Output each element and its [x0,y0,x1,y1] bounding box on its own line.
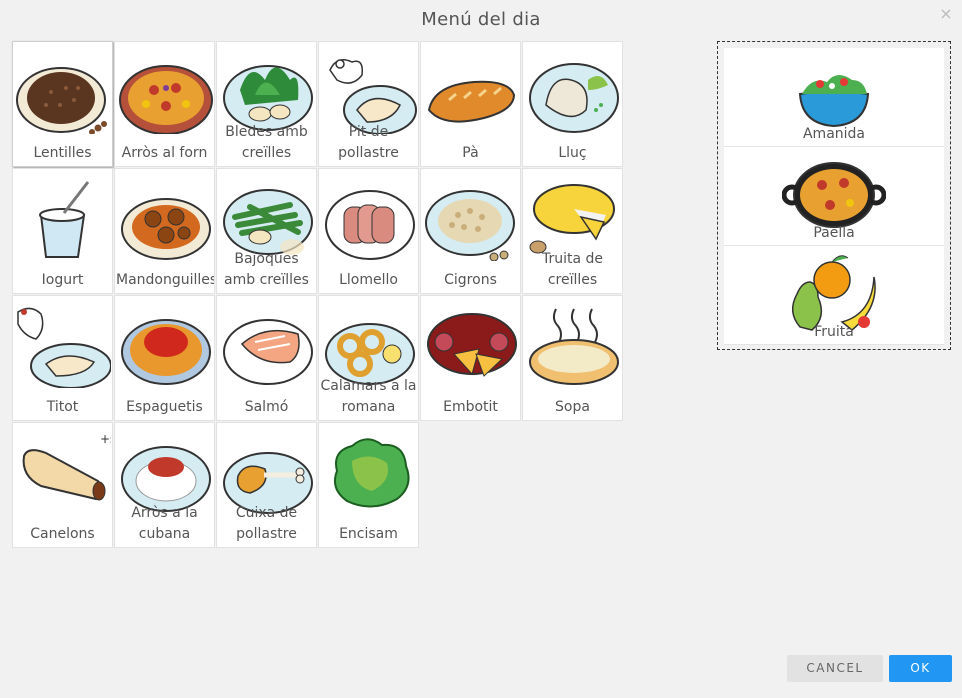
svg-text:+s: +s [100,432,111,446]
food-item-salmo[interactable]: Salmó [216,295,317,421]
yogurt-icon [39,181,90,258]
selected-item-paella[interactable]: Paella [724,147,944,246]
selected-item-fruita[interactable]: Fruita [724,246,944,345]
food-item-arros-a-la-cubana[interactable]: Arròs a la cubana [114,422,215,548]
food-item-label: Llomello [339,272,398,288]
food-item-embotit[interactable]: Embotit [420,295,521,421]
selected-items-panel: Amanida Paella Fruita [717,41,951,350]
food-item-label: Titot [46,399,79,415]
food-item-label: Truita de creïlles [541,251,604,288]
food-item-pa[interactable]: Pà [420,41,521,167]
food-item-pit-de-pollastre[interactable]: Pit de pollastre [318,41,419,167]
meatballs-icon [121,198,211,260]
close-icon[interactable]: × [938,6,954,22]
salad-icon [798,74,870,128]
food-item-sopa[interactable]: Sopa [522,295,623,421]
food-item-mandonguilles[interactable]: Mandonguilles [114,168,215,294]
fruit-icon [791,255,876,331]
food-item-label: Cigrons [444,272,497,288]
cannelloni-icon: +s [22,432,111,501]
salmon-icon [223,319,313,385]
soup-icon [529,308,619,385]
food-item-lentilles[interactable]: Lentilles [12,41,113,167]
food-item-label: Bledes amb creïlles [225,124,308,161]
food-item-label: Iogurt [41,272,84,288]
food-item-bledes-amb-creilles[interactable]: Bledes amb creïlles [216,41,317,167]
food-item-label: Cuixa de pollastre [235,505,298,542]
food-item-label: Pà [462,145,479,161]
baked-rice-icon [119,65,213,134]
selected-item-amanida[interactable]: Amanida [724,48,944,147]
hake-icon [529,63,619,133]
food-item-iogurt[interactable]: Iogurt [12,168,113,294]
food-item-label: Encisam [339,526,398,542]
cancel-button[interactable]: CANCEL [787,655,883,682]
food-item-label: Bajoques amb creïlles [224,251,309,288]
ok-button[interactable]: OK [889,655,952,682]
food-item-label: Arròs a la cubana [131,505,198,542]
food-item-canelons[interactable]: +s Canelons [12,422,113,548]
food-item-arros-al-forn[interactable]: Arròs al forn [114,41,215,167]
food-item-encisam[interactable]: Encisam [318,422,419,548]
food-item-label: Lentilles [33,145,92,161]
food-item-label: Mandonguilles [116,272,215,288]
spaghetti-icon [121,319,211,385]
selected-item-label: Paella [813,225,855,241]
food-item-label: Lluç [558,145,587,161]
bread-icon [427,80,516,123]
turkey-icon [17,307,111,388]
lettuce-icon [334,438,410,508]
food-item-label: Pit de pollastre [338,124,399,161]
food-item-espaguetis[interactable]: Espaguetis [114,295,215,421]
selected-item-label: Amanida [802,126,866,142]
food-item-bajoques-amb-creilles[interactable]: Bajoques amb creïlles [216,168,317,294]
food-item-lluc[interactable]: Lluç [522,41,623,167]
pork-loin-icon [325,190,415,260]
food-item-label: Salmó [244,399,289,415]
food-item-cuixa-de-pollastre[interactable]: Cuixa de pollastre [216,422,317,548]
food-item-label: Calamars a la romana [320,378,417,415]
food-item-label: Arròs al forn [121,145,208,161]
food-item-label: Espaguetis [126,399,203,415]
lentils-icon [16,67,107,134]
food-item-label: Embotit [443,399,498,415]
food-item-calamars[interactable]: Calamars a la romana [318,295,419,421]
dialog-title: Menú del dia [421,9,541,30]
paella-icon [782,162,886,228]
selected-item-label: Fruita [814,324,854,340]
food-item-cigrons[interactable]: Cigrons [420,168,521,294]
chickpeas-icon [425,190,515,261]
cold-cuts-icon [427,313,517,377]
food-grid: Lentilles Arròs al forn Bledes amb creïl… [12,41,624,550]
food-item-llomello[interactable]: Llomello [318,168,419,294]
food-item-label: Canelons [30,526,95,542]
food-item-titot[interactable]: Titot [12,295,113,421]
food-item-label: Sopa [555,399,590,415]
food-item-truita-de-creilles[interactable]: Truita de creïlles [522,168,623,294]
